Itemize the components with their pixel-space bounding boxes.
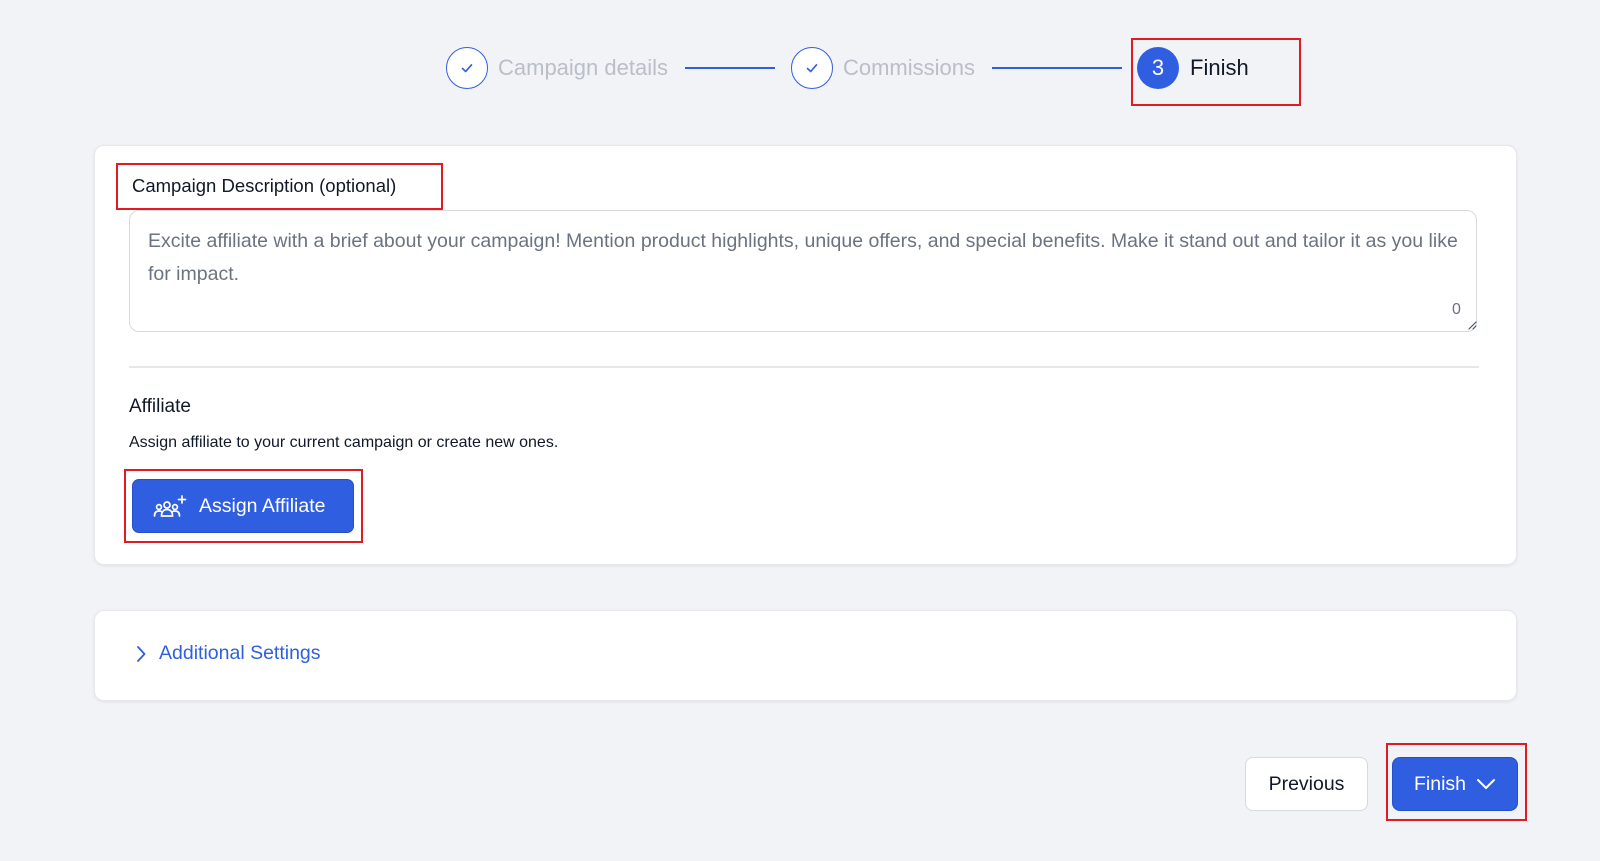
check-icon: [806, 64, 818, 73]
affiliate-section-description: Assign affiliate to your current campaig…: [129, 434, 559, 451]
step-commissions[interactable]: Commissions: [790, 47, 976, 89]
assign-affiliate-button[interactable]: Assign Affiliate: [132, 479, 354, 533]
campaign-description-input[interactable]: [129, 210, 1477, 332]
chevron-right-icon: [137, 645, 146, 662]
step-label: Commissions: [842, 55, 976, 80]
stepper: Campaign details Commissions 3 Finish: [446, 44, 1249, 92]
section-divider: [129, 366, 1479, 368]
step-connector: [992, 67, 1123, 69]
finish-label: Finish: [1413, 772, 1467, 795]
step-label: Campaign details: [498, 55, 668, 80]
step-connector: [684, 67, 775, 69]
description-label: Campaign Description (optional): [132, 175, 397, 196]
char-counter: 0: [1452, 301, 1461, 318]
assign-affiliate-label: Assign Affiliate: [199, 494, 326, 517]
affiliate-section-title: Affiliate: [129, 396, 191, 417]
step-check-circle: [446, 47, 488, 89]
resize-handle-icon[interactable]: [1467, 320, 1477, 330]
additional-settings-toggle[interactable]: Additional Settings: [135, 642, 321, 665]
step-campaign-details[interactable]: Campaign details: [446, 47, 668, 89]
check-icon: [461, 64, 473, 73]
step-finish[interactable]: 3 Finish: [1137, 47, 1249, 89]
page: Campaign details Commissions 3 Finish Ca…: [0, 0, 1600, 861]
step-check-circle: [790, 47, 833, 89]
finish-button[interactable]: Finish: [1392, 757, 1518, 811]
previous-button[interactable]: Previous: [1245, 757, 1368, 811]
user-group-add-icon: [153, 495, 187, 517]
campaign-finish-card: Campaign Description (optional) 0 Affili…: [94, 145, 1517, 565]
step-number-circle: 3: [1137, 47, 1180, 89]
step-label: Finish: [1190, 55, 1249, 80]
additional-settings-card: Additional Settings: [94, 610, 1517, 701]
chevron-down-icon: [1477, 779, 1496, 789]
additional-settings-label: Additional Settings: [159, 642, 321, 664]
